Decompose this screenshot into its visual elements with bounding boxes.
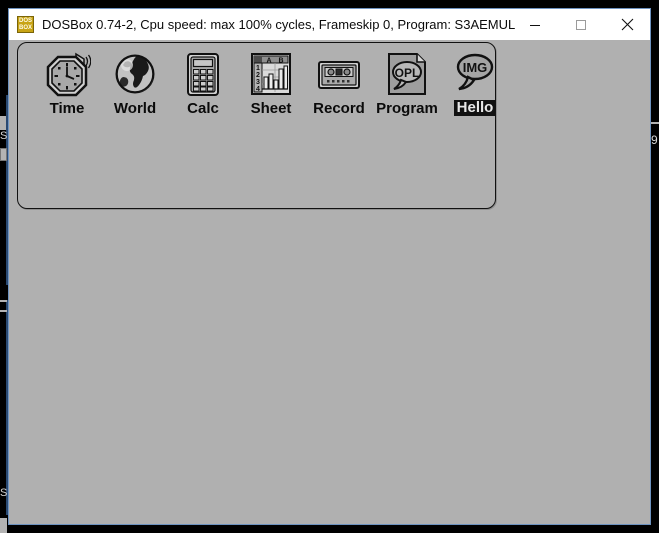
- bg-right-label: 9: [651, 133, 658, 147]
- clock-alarm-icon: [43, 50, 91, 98]
- bg-window-left-field: [0, 148, 7, 161]
- application-panel: Time World Calc A B 1 2 3 4 Sheet Record…: [17, 42, 497, 209]
- app-icon-time[interactable]: Time: [36, 50, 98, 116]
- bg-window-left-panel: [0, 116, 6, 130]
- emulator-screen: Time World Calc A B 1 2 3 4 Sheet Record…: [9, 40, 650, 524]
- app-icon-calc[interactable]: Calc: [172, 50, 234, 116]
- bg-window-left-panel-2: [0, 300, 7, 302]
- maximize-button[interactable]: [558, 9, 604, 40]
- cassette-tape-icon: [315, 50, 363, 98]
- app-label-time: Time: [49, 100, 85, 117]
- app-icon-sheet[interactable]: A B 1 2 3 4 Sheet: [240, 50, 302, 116]
- app-label-world: World: [113, 100, 157, 117]
- window-title-bar[interactable]: DOS BOX DOSBox 0.74-2, Cpu speed: max 10…: [9, 9, 650, 40]
- opl-document-icon: OPL: [383, 50, 431, 98]
- spreadsheet-icon: A B 1 2 3 4: [247, 50, 295, 98]
- bg-window-left-footer: [0, 518, 7, 533]
- minimize-icon: [530, 24, 540, 26]
- close-icon: [621, 18, 633, 31]
- img-text: IMG: [463, 60, 488, 75]
- app-label-calc: Calc: [187, 100, 219, 117]
- dosbox-window: DOS BOX DOSBox 0.74-2, Cpu speed: max 10…: [8, 8, 651, 525]
- bg-window-right-panel: [651, 122, 659, 124]
- globe-icon: [111, 50, 159, 98]
- sheet-col-a: A: [266, 58, 271, 65]
- dosbox-icon[interactable]: DOS BOX: [17, 16, 34, 33]
- app-label-hello: Hello: [453, 100, 497, 116]
- app-icon-world[interactable]: World: [104, 50, 166, 116]
- window-controls: [512, 9, 650, 40]
- app-icon-program[interactable]: OPL Program: [376, 50, 438, 116]
- sheet-row-2: 2: [256, 72, 260, 79]
- opl-text: OPL: [395, 66, 420, 80]
- app-label-record: Record: [313, 100, 365, 117]
- dosbox-icon-line2: BOX: [18, 24, 32, 31]
- close-button[interactable]: [604, 9, 650, 40]
- sheet-row-1: 1: [256, 65, 260, 72]
- dosbox-icon-line1: DOS: [18, 17, 32, 24]
- window-title-text: DOSBox 0.74-2, Cpu speed: max 100% cycle…: [42, 17, 516, 32]
- calculator-icon: [179, 50, 227, 98]
- bg-left-label-bottom: S: [0, 487, 8, 499]
- minimize-button[interactable]: [512, 9, 558, 40]
- app-icon-record[interactable]: Record: [308, 50, 370, 116]
- img-bubble-icon: IMG: [451, 48, 499, 96]
- app-label-program: Program: [376, 100, 438, 117]
- app-label-sheet: Sheet: [250, 100, 292, 117]
- bg-left-label-top: S: [0, 130, 8, 142]
- bg-window-left-panel-3: [0, 310, 7, 312]
- sheet-row-3: 3: [256, 79, 260, 86]
- maximize-icon: [576, 19, 586, 30]
- sheet-row-4: 4: [256, 86, 260, 93]
- application-icon-row: Time World Calc A B 1 2 3 4 Sheet Record…: [36, 48, 512, 116]
- app-icon-hello[interactable]: IMG Hello: [444, 48, 506, 116]
- sheet-col-b: B: [278, 58, 283, 65]
